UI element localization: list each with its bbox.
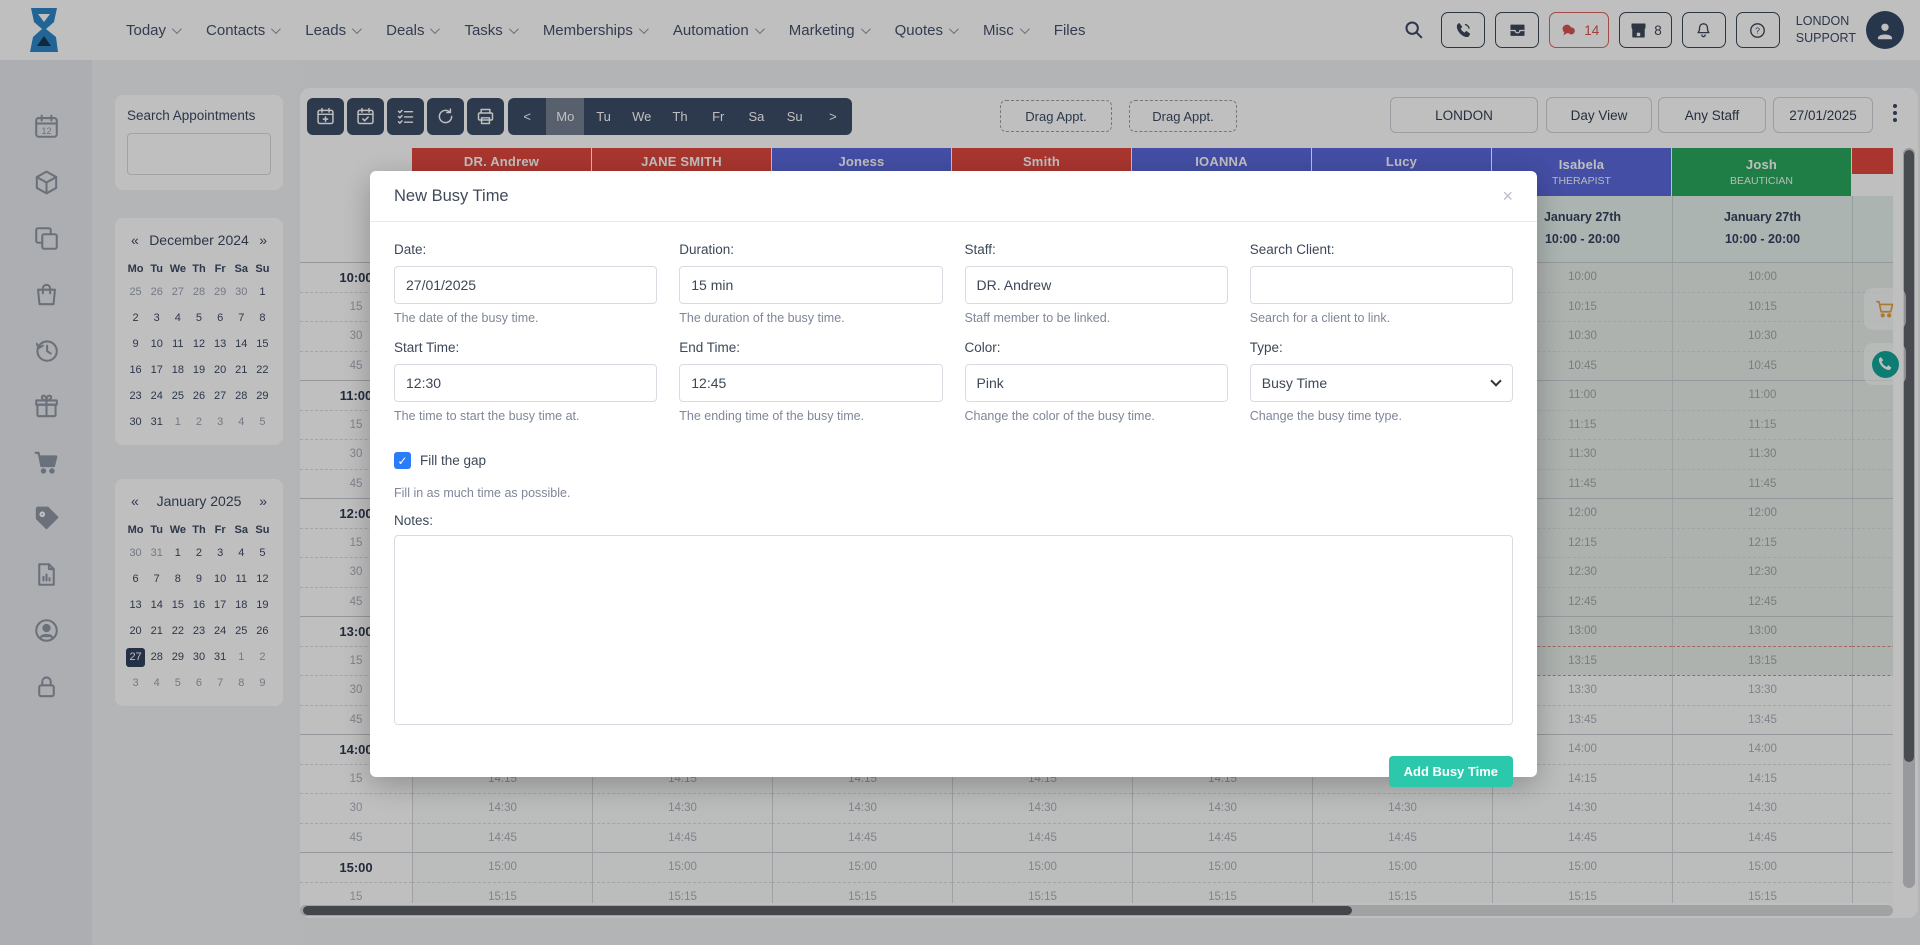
fill-the-gap-checkbox[interactable]: ✓ xyxy=(394,452,411,469)
modal-field: Start Time: The time to start the busy ti… xyxy=(394,340,657,438)
modal-field: End Time: The ending time of the busy tim… xyxy=(679,340,942,438)
modal-field: Type: Busy Time Change the busy time type. xyxy=(1250,340,1513,438)
field-label: Search Client: xyxy=(1250,242,1513,257)
field-helper: Change the color of the busy time. xyxy=(965,409,1228,423)
modal-body: Date: The date of the busy time. Duration:… xyxy=(370,222,1537,730)
field-label: End Time: xyxy=(679,340,942,355)
new-busy-time-modal: New Busy Time × Date: The date of the bus… xyxy=(370,171,1537,777)
fill-the-gap-row: ✓ Fill the gap xyxy=(394,452,1513,469)
date-field[interactable] xyxy=(394,266,657,304)
field-helper: Staff member to be linked. xyxy=(965,311,1228,325)
modal-fields: Date: The date of the busy time. Duration:… xyxy=(394,242,1513,438)
close-icon[interactable]: × xyxy=(1502,187,1513,205)
field-helper: The ending time of the busy time. xyxy=(679,409,942,423)
field-label: Type: xyxy=(1250,340,1513,355)
end-time-field[interactable] xyxy=(679,364,942,402)
modal-title: New Busy Time xyxy=(394,187,509,206)
field-label: Color: xyxy=(965,340,1228,355)
fill-the-gap-label: Fill the gap xyxy=(420,453,486,468)
staff-field[interactable] xyxy=(965,266,1228,304)
modal-field: Staff: Staff member to be linked. xyxy=(965,242,1228,340)
field-label: Duration: xyxy=(679,242,942,257)
field-label: Staff: xyxy=(965,242,1228,257)
modal-field: Color: Change the color of the busy time. xyxy=(965,340,1228,438)
field-helper: The date of the busy time. xyxy=(394,311,657,325)
search-client-field[interactable] xyxy=(1250,266,1513,304)
notes-label: Notes: xyxy=(394,513,1513,528)
notes-textarea[interactable] xyxy=(394,535,1513,725)
modal-field: Date: The date of the busy time. xyxy=(394,242,657,340)
modal-field: Duration: The duration of the busy time. xyxy=(679,242,942,340)
start-time-field[interactable] xyxy=(394,364,657,402)
select-wrap: Busy Time xyxy=(1250,364,1513,402)
field-label: Date: xyxy=(394,242,657,257)
fill-the-gap-helper: Fill in as much time as possible. xyxy=(394,486,1513,500)
modal-footer: Add Busy Time xyxy=(370,730,1537,787)
field-label: Start Time: xyxy=(394,340,657,355)
field-helper: The duration of the busy time. xyxy=(679,311,942,325)
field-helper: Search for a client to link. xyxy=(1250,311,1513,325)
type-select[interactable]: Busy Time xyxy=(1250,364,1513,402)
field-helper: The time to start the busy time at. xyxy=(394,409,657,423)
field-helper: Change the busy time type. xyxy=(1250,409,1513,423)
color-field[interactable] xyxy=(965,364,1228,402)
modal-header: New Busy Time × xyxy=(370,171,1537,222)
modal-field: Search Client: Search for a client to lin… xyxy=(1250,242,1513,340)
add-busy-time-button[interactable]: Add Busy Time xyxy=(1389,756,1513,787)
duration-field[interactable] xyxy=(679,266,942,304)
